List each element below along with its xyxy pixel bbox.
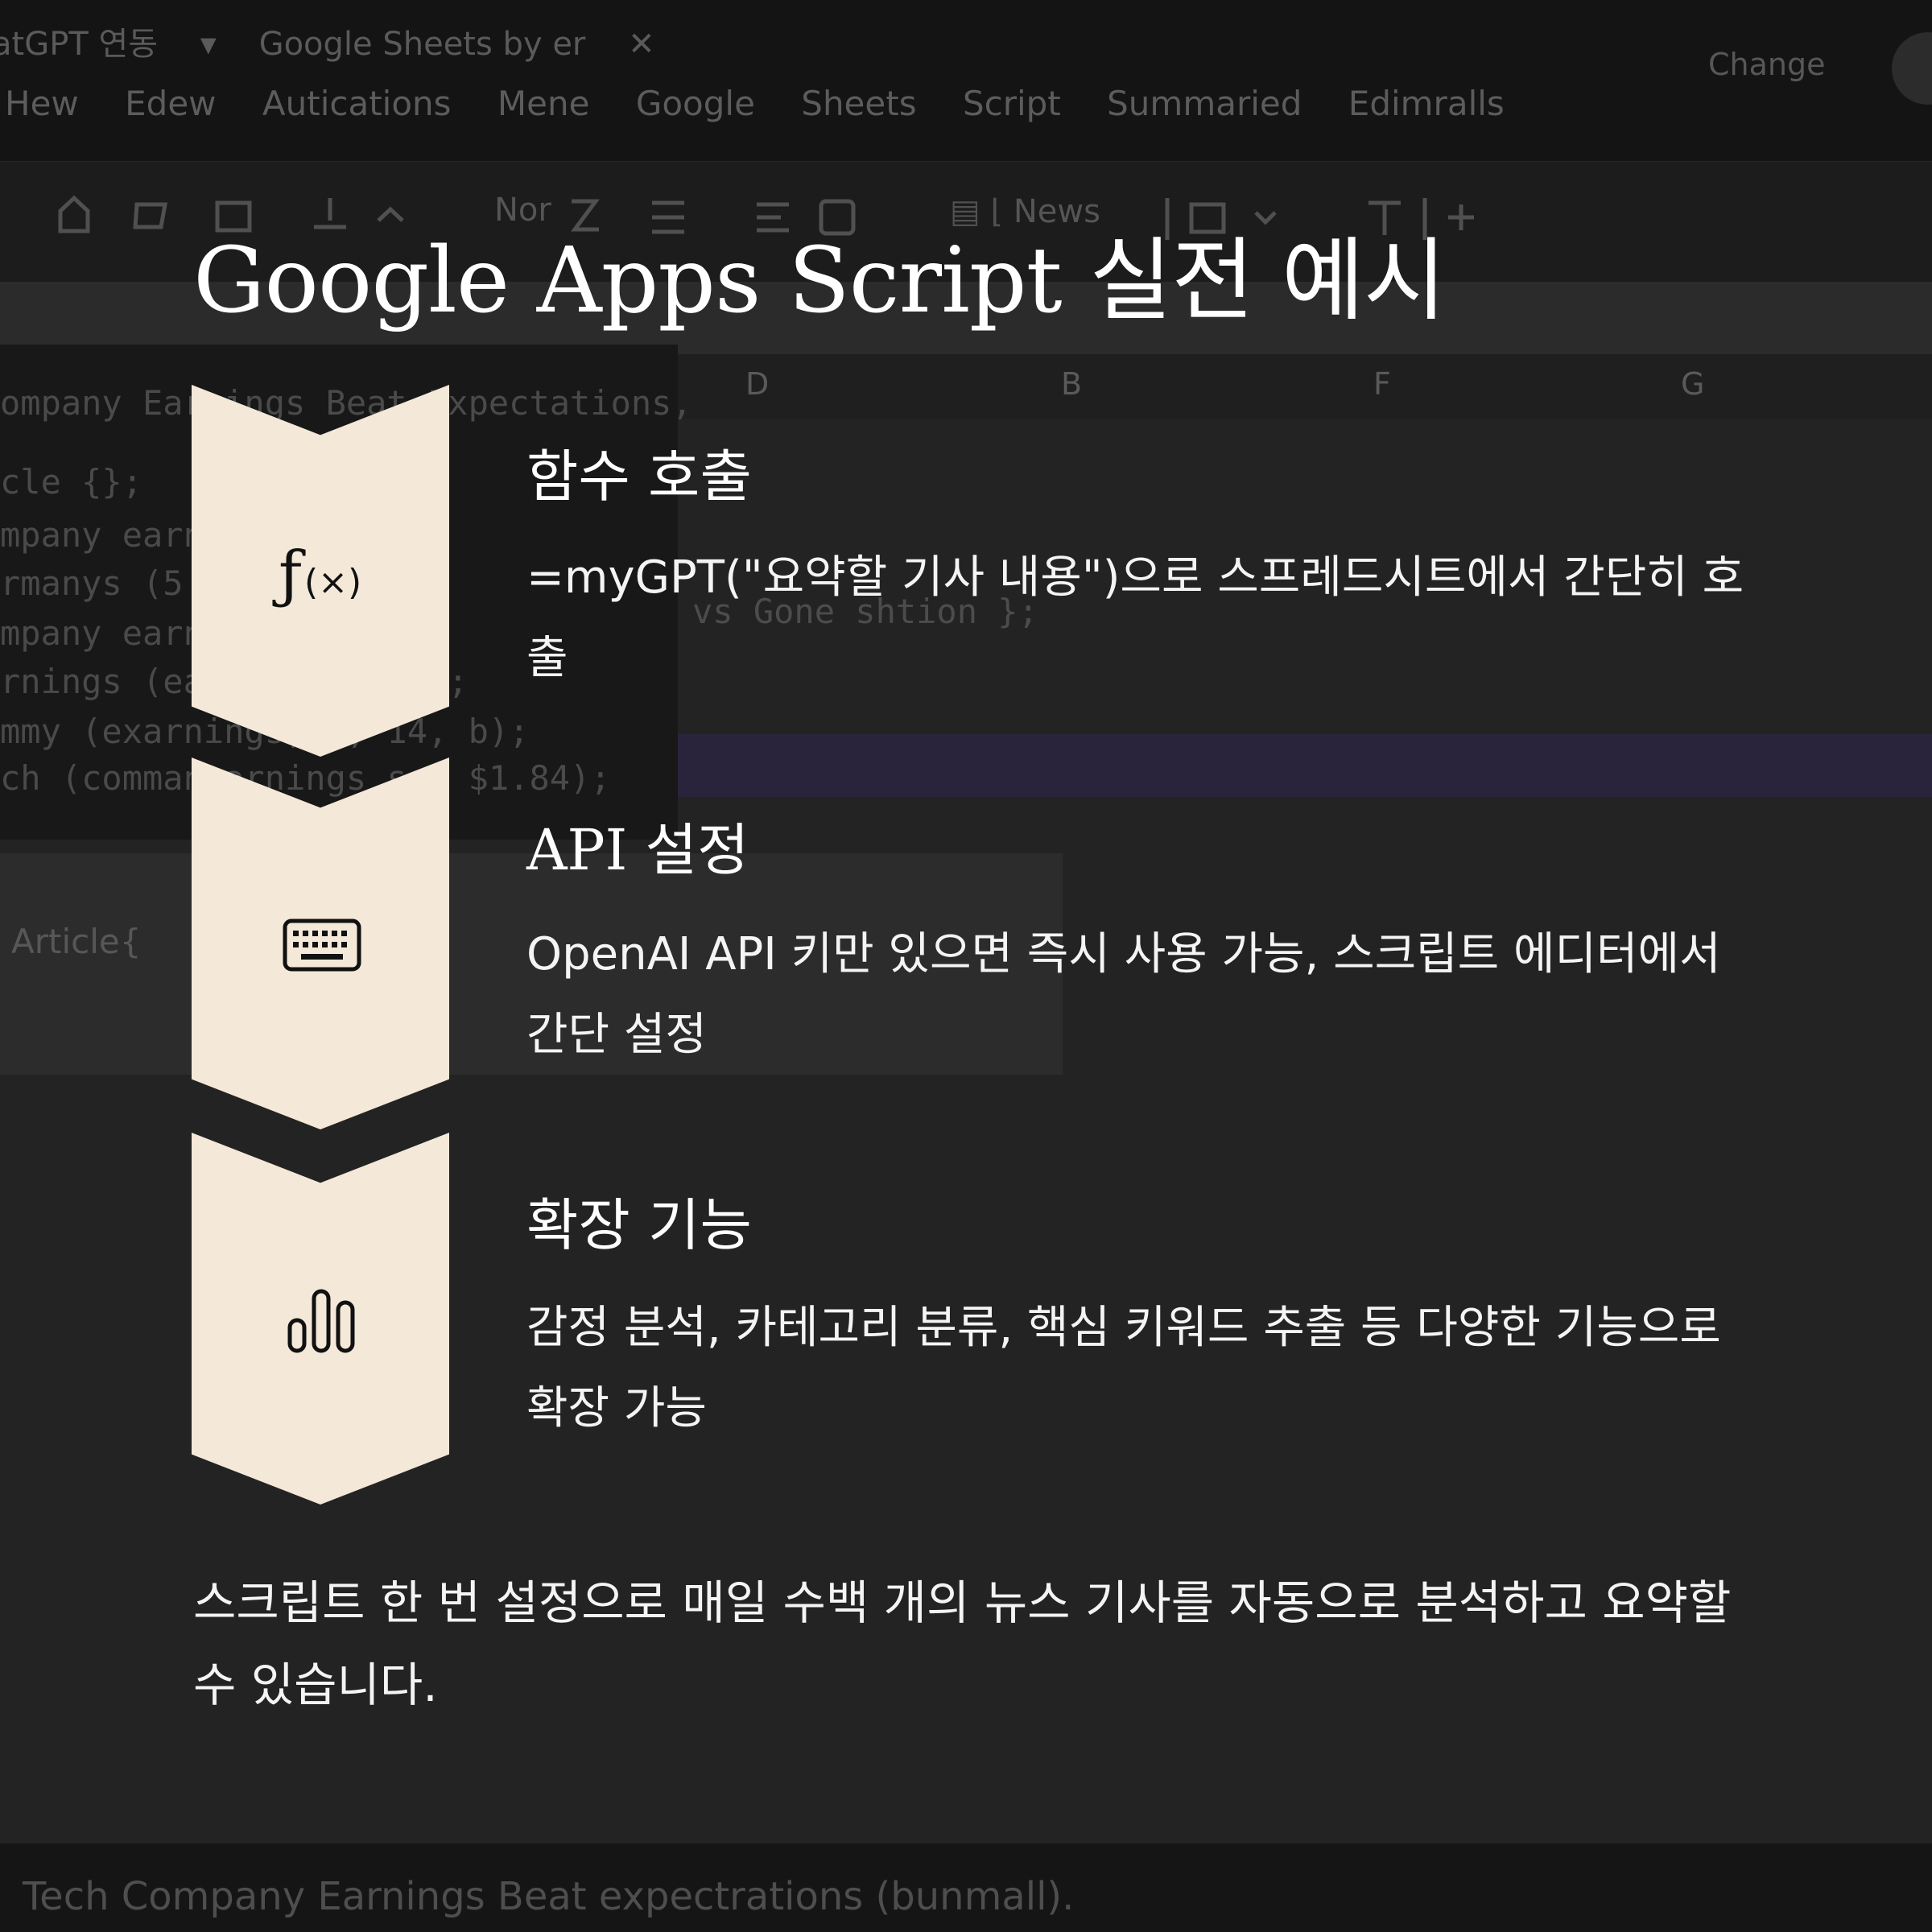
bg-column-b: B [1061, 366, 1083, 402]
summary-text: 스크립트 한 번 설정으로 매일 수백 개의 뉴스 기사를 자동으로 분석하고 … [193, 1575, 1732, 1712]
bg-change-button: Change [1708, 47, 1826, 82]
bg-code-line: ompany Earnings Beat Expectations, [0, 383, 692, 423]
bg-doc-name: Google Sheets by er [258, 26, 586, 63]
step-title: API 설정 [526, 817, 749, 883]
bg-code-line: cle {}; [0, 462, 143, 502]
bg-dropdown-icon: ▾ [200, 26, 217, 63]
bg-app-name: atGPT 연동 [0, 26, 159, 63]
bg-menu-item: Autications [262, 84, 452, 123]
bg-bottom-text: Tech Company Earnings Beat expectrations… [23, 1874, 1075, 1919]
bg-menu-bar: Hew Edew Autications Mene Google Sheets … [5, 84, 1540, 123]
bg-menu-item: Script [962, 84, 1061, 123]
bg-menu-item: Edimralls [1348, 84, 1505, 123]
step-description: 감정 분석, 카테고리 분류, 핵심 키워드 추출 등 다양한 기능으로 확장 … [526, 1302, 1721, 1435]
bg-window-title: atGPT 연동 ▾ Google Sheets by er ✕ [0, 18, 687, 64]
bg-code-line: ch (comman arnings s,, $1.84); [0, 758, 611, 798]
page-title: Google Apps Script 실전 예시 [193, 229, 1447, 333]
step-title: 확장 기능 [526, 1192, 752, 1258]
keyboard-icon [266, 905, 378, 985]
function-icon: ƒ (×) [266, 531, 378, 612]
bg-menu-item: Edew [125, 84, 217, 123]
bg-column-g: G [1681, 366, 1705, 402]
step-description: =myGPT("요약할 기사 내용")으로 스프레드시트에서 간단히 호출 [526, 551, 1744, 684]
bar-chart-icon [266, 1280, 378, 1360]
bg-menu-item: Summaried [1107, 84, 1302, 123]
bg-code-line: rmanys (5 ( [0, 564, 225, 603]
svg-text:(×): (×) [304, 562, 361, 603]
bg-menu-item: Google [635, 84, 755, 123]
bg-close-icon: ✕ [628, 26, 655, 63]
bg-column-d: D [745, 366, 770, 402]
step-title: 함수 호출 [526, 444, 752, 510]
bg-column-f: F [1373, 366, 1391, 402]
bg-menu-item: Mene [497, 84, 590, 123]
bg-article-label: Article{ [11, 922, 142, 961]
bg-menu-item: Hew [5, 84, 79, 123]
bg-menu-item: Sheets [801, 84, 917, 123]
svg-text:ƒ: ƒ [272, 539, 306, 611]
step-description: OpenAI API 키만 있으면 즉시 사용 가능, 스크립트 에디터에서 간… [526, 928, 1721, 1061]
